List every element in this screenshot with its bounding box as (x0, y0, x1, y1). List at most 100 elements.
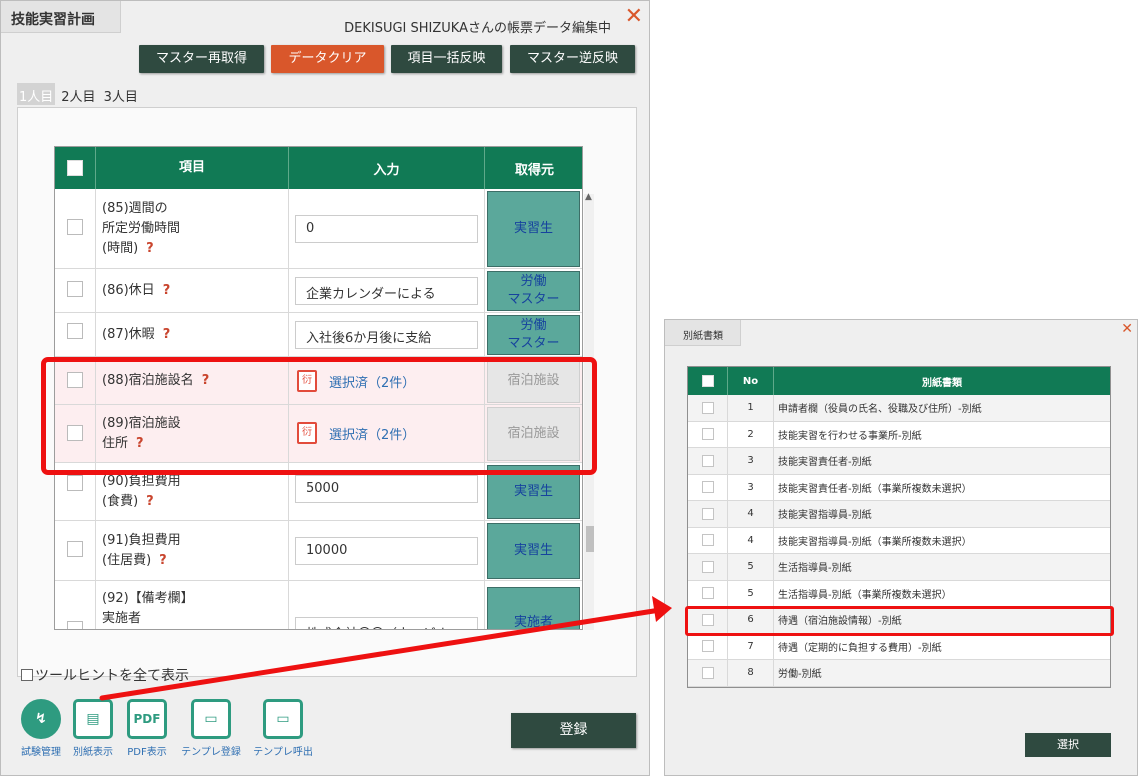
row-input[interactable]: 0 (295, 215, 478, 243)
attachment-dialog-title: 別紙書類 (665, 320, 741, 346)
row-checkbox[interactable] (701, 587, 714, 600)
register-button[interactable]: 登録 (511, 713, 636, 748)
tab-person-2[interactable]: 2人目 (59, 83, 97, 105)
tab-person-3[interactable]: 3人目 (102, 83, 140, 105)
row-no: 8 (728, 660, 774, 686)
row-checkbox[interactable] (67, 621, 83, 629)
attachment-row[interactable]: 2 技能実習を行わせる事業所-別紙 (688, 421, 1110, 448)
help-icon[interactable]: ? (146, 494, 154, 509)
row-no: 1 (728, 395, 774, 421)
attachment-table-header: No 別紙書類 (688, 367, 1110, 395)
scroll-up-icon[interactable]: ▲ (585, 192, 592, 202)
bulk-apply-button[interactable]: 項目一括反映 (391, 45, 502, 73)
row-checkbox[interactable] (701, 454, 714, 467)
row-document-name: 技能実習指導員-別紙 (778, 510, 872, 522)
close-icon[interactable]: ✕ (625, 4, 643, 29)
attachment-view-icon: ▤ (73, 699, 113, 739)
attachment-row[interactable]: 5 生活指導員-別紙（事業所複数未選択） (688, 580, 1110, 607)
row-input[interactable]: 10000 (295, 537, 478, 565)
row-checkbox[interactable] (67, 323, 83, 339)
help-icon[interactable]: ? (159, 553, 167, 568)
select-all-checkbox[interactable] (701, 375, 714, 387)
header-document-name: 別紙書類 (922, 377, 962, 389)
attachment-row[interactable]: 4 技能実習指導員-別紙 (688, 501, 1110, 528)
source-button[interactable]: 実習生 (487, 523, 580, 579)
pdf-view-button[interactable]: PDF PDF表示 (117, 699, 177, 758)
row-input[interactable]: 株式会社〇〇（ウェビナー (295, 617, 478, 629)
row-checkbox[interactable] (67, 219, 83, 235)
attachment-row[interactable]: 7 待遇（定期的に負担する費用）-別紙 (688, 633, 1110, 660)
row-checkbox[interactable] (67, 475, 83, 491)
row-no: 3 (728, 448, 774, 474)
row-item-label: (91)負担費用 (住居費)? (96, 521, 289, 580)
help-icon[interactable]: ? (146, 241, 154, 256)
row-item-label: (92)【備考欄】 実施者 (96, 581, 289, 629)
table-row: (92)【備考欄】実施者 株式会社〇〇（ウェビナー 実施者 (55, 581, 582, 629)
header-input: 入力 (289, 147, 485, 189)
attachment-row[interactable]: 8 労働-別紙 (688, 660, 1110, 687)
row-input[interactable]: 入社後6か月後に支給 (295, 321, 478, 349)
row-checkbox[interactable] (701, 481, 714, 494)
attachment-dialog: 別紙書類 ✕ No 別紙書類 1 申請者欄（役員の氏名、役職及び住所）-別紙 2 技能… (664, 319, 1138, 776)
select-all-checkbox[interactable] (67, 160, 83, 176)
select-all-cell (55, 147, 96, 189)
attachment-row[interactable]: 5 生活指導員-別紙 (688, 554, 1110, 581)
master-reverse-button[interactable]: マスター逆反映 (510, 45, 635, 73)
help-icon[interactable]: ? (163, 281, 171, 301)
table-row: (91)負担費用 (住居費)? 10000 実習生 (55, 521, 582, 581)
row-item-label: (86)休日? (96, 269, 289, 312)
row-checkbox[interactable] (67, 281, 83, 297)
row-document-name: 生活指導員-別紙 (778, 563, 852, 575)
row-no: 5 (728, 554, 774, 580)
attachment-table: No 別紙書類 1 申請者欄（役員の氏名、役職及び住所）-別紙 2 技能実習を行わせる… (687, 366, 1111, 688)
person-tabs: 1人目 2人目 3人目 (17, 83, 140, 105)
row-no: 7 (728, 633, 774, 659)
template-load-button[interactable]: ▭ テンプレ呼出 (253, 699, 313, 758)
exam-management-button[interactable]: ↯ 試験管理 (11, 699, 71, 758)
help-icon[interactable]: ? (163, 325, 171, 345)
attachment-row[interactable]: 4 技能実習指導員-別紙（事業所複数未選択） (688, 527, 1110, 554)
tooltip-toggle-label: ツールヒントを全て表示 (35, 668, 189, 684)
select-button[interactable]: 選択 (1025, 733, 1111, 757)
row-checkbox[interactable] (701, 401, 714, 414)
main-dialog: 技能実習計画 DEKISUGI SHIZUKAさんの帳票データ編集中 ✕ マスタ… (0, 0, 650, 776)
row-checkbox[interactable] (701, 640, 714, 653)
attachment-row[interactable]: 1 申請者欄（役員の氏名、役職及び住所）-別紙 (688, 395, 1110, 422)
attachment-row[interactable]: 3 技能実習責任者-別紙 (688, 448, 1110, 475)
row-checkbox[interactable] (67, 541, 83, 557)
attachment-view-button[interactable]: ▤ 別紙表示 (63, 699, 123, 758)
template-register-icon: ▭ (191, 699, 231, 739)
tooltip-checkbox[interactable] (21, 669, 33, 681)
header-item: 項目 (96, 147, 289, 189)
table-row: (87)休暇? 入社後6か月後に支給 労働 マスター (55, 313, 582, 357)
source-button[interactable]: 実施者 (487, 587, 580, 629)
row-document-name: 技能実習を行わせる事業所-別紙 (778, 430, 922, 442)
source-button[interactable]: 労働 マスター (487, 271, 580, 311)
table-header: 項目 入力 取得元 (55, 147, 582, 189)
row-checkbox[interactable] (701, 507, 714, 520)
row-checkbox[interactable] (701, 666, 714, 679)
data-clear-button[interactable]: データクリア (271, 45, 384, 73)
row-checkbox[interactable] (701, 560, 714, 573)
row-document-name: 労働-別紙 (778, 669, 822, 681)
row-no: 5 (728, 580, 774, 606)
tab-person-1[interactable]: 1人目 (17, 83, 56, 105)
row-input[interactable]: 5000 (295, 475, 478, 503)
row-input[interactable]: 企業カレンダーによる (295, 277, 478, 305)
source-button[interactable]: 実習生 (487, 191, 580, 267)
attachment-row[interactable]: 3 技能実習責任者-別紙（事業所複数未選択） (688, 474, 1110, 501)
row-document-name: 技能実習責任者-別紙 (778, 457, 872, 469)
row-item-label: (85)週間の 所定労働時間 (時間)? (96, 189, 289, 268)
close-icon[interactable]: ✕ (1121, 321, 1133, 337)
row-no: 4 (728, 527, 774, 553)
tooltip-toggle[interactable]: ツールヒントを全て表示 (21, 665, 189, 685)
row-checkbox[interactable] (701, 534, 714, 547)
template-register-button[interactable]: ▭ テンプレ登録 (181, 699, 241, 758)
row-checkbox[interactable] (701, 428, 714, 441)
source-button[interactable]: 労働 マスター (487, 315, 580, 355)
master-refetch-button[interactable]: マスター再取得 (139, 45, 264, 73)
dialog-title: 技能実習計画 (1, 1, 121, 33)
header-no: No (728, 367, 774, 395)
scrollbar-thumb[interactable] (586, 526, 594, 552)
table-row: (86)休日? 企業カレンダーによる 労働 マスター (55, 269, 582, 313)
